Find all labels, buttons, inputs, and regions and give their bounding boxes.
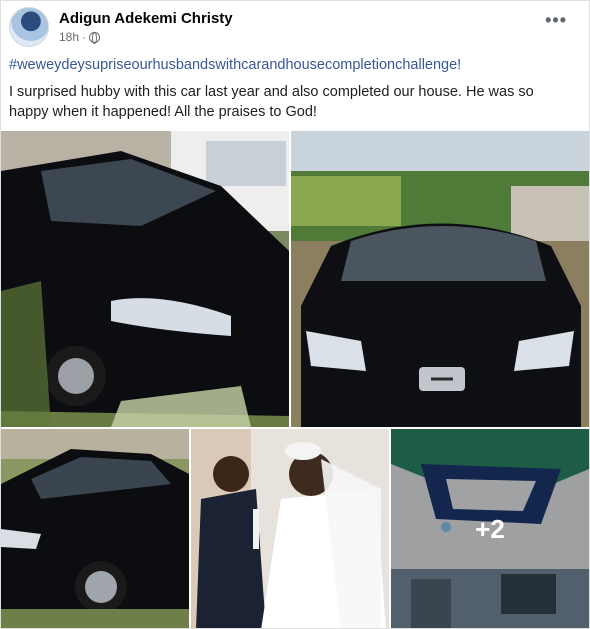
meta-separator: · — [82, 30, 87, 44]
more-photos-count: +2 — [475, 514, 505, 544]
post-text: I surprised hubby with this car last yea… — [9, 84, 534, 120]
author-avatar[interactable] — [9, 7, 49, 47]
author-name[interactable]: Adigun Adekemi Christy — [59, 10, 233, 27]
more-options-icon[interactable]: ••• — [545, 11, 567, 29]
more-photos-overlay[interactable]: +2 — [391, 429, 589, 628]
facebook-post: Adigun Adekemi Christy 18h · ••• #weweyd… — [0, 0, 590, 629]
black-peugeot-side-photo[interactable] — [1, 131, 289, 427]
post-meta: 18h · — [59, 30, 101, 44]
globe-icon — [89, 31, 101, 44]
wedding-couple-photo[interactable] — [191, 429, 389, 628]
post-time[interactable]: 18h — [59, 30, 79, 44]
hashtag-link[interactable]: #weweydeysupriseourhusbandswithcarandhou… — [9, 57, 461, 73]
house-ceiling-photo[interactable]: +2 — [391, 429, 589, 628]
post-header: Adigun Adekemi Christy 18h · ••• — [9, 7, 581, 51]
black-peugeot-front-photo[interactable] — [291, 131, 589, 427]
black-peugeot-rear-photo[interactable] — [1, 429, 189, 628]
